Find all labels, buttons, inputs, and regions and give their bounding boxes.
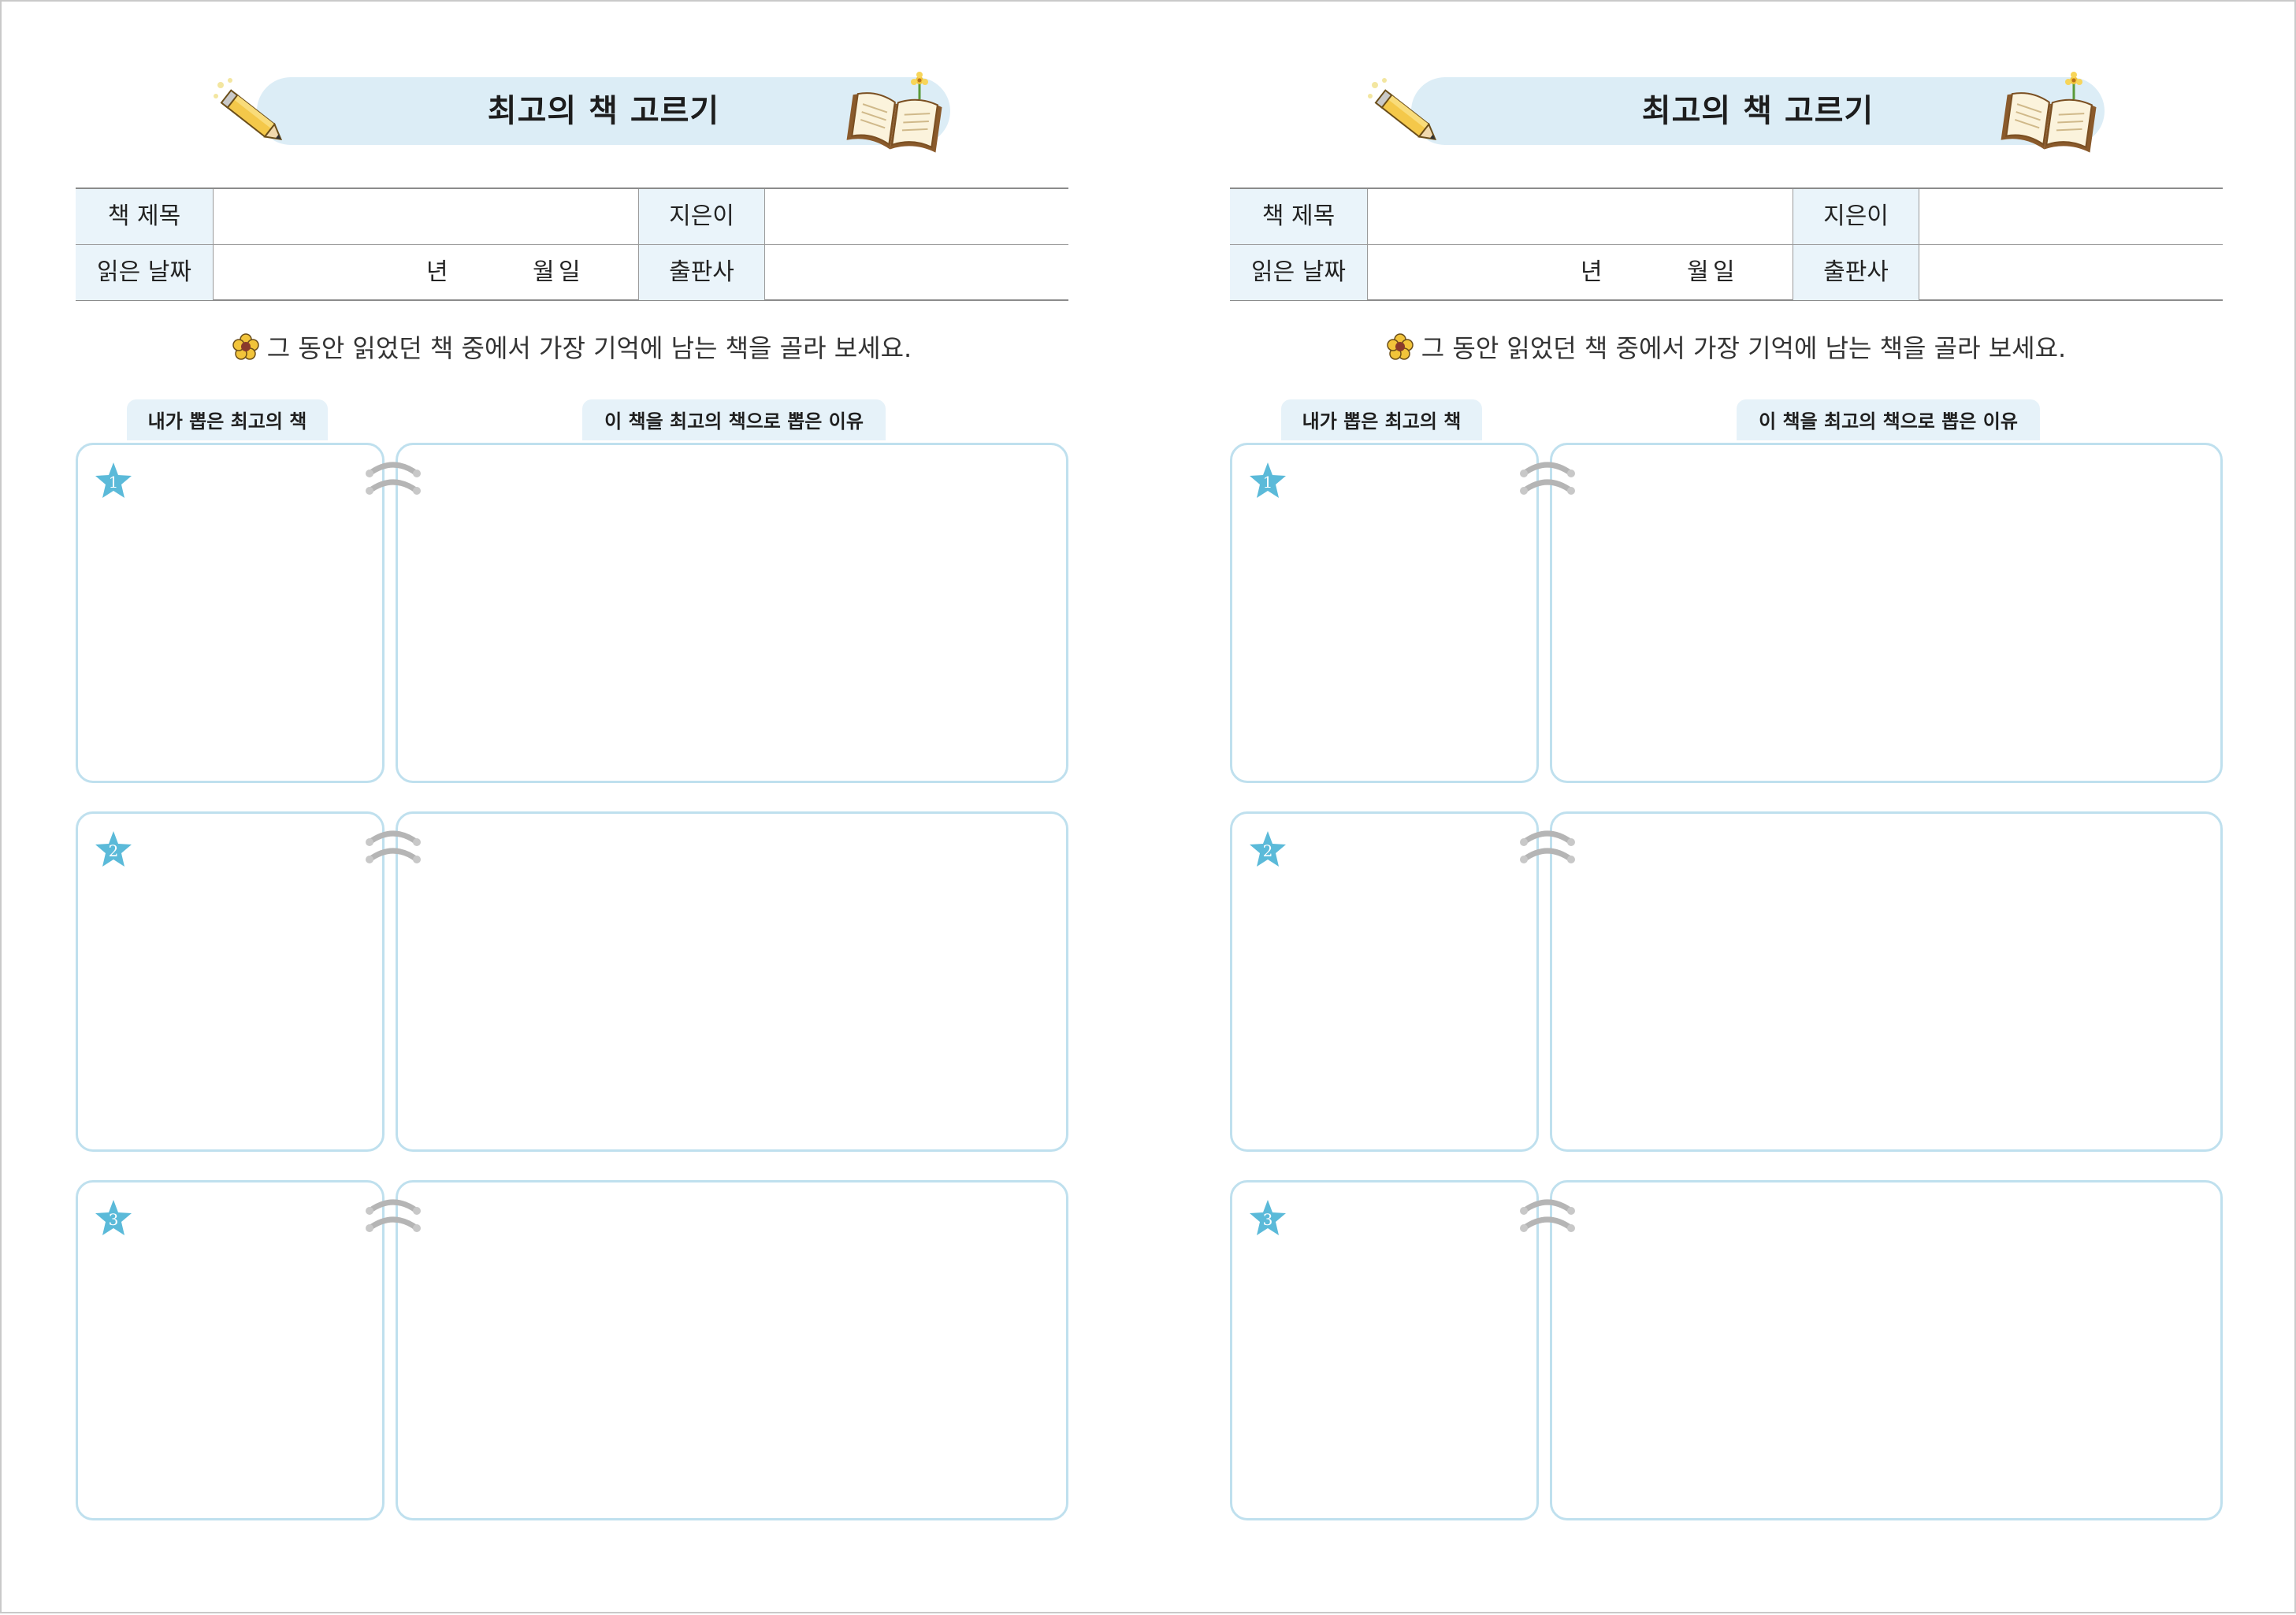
label-book-title: 책 제목 bbox=[76, 189, 214, 244]
month-unit-label: 월 bbox=[1687, 258, 1709, 286]
reason-box[interactable] bbox=[1550, 811, 2223, 1152]
best-book-box[interactable]: 3 bbox=[1230, 1180, 1539, 1520]
entry-number: 1 bbox=[1262, 473, 1273, 492]
book-info-table: 책 제목 지은이 읽은 날짜 년 월 일 출판사 bbox=[76, 187, 1068, 301]
instruction-text: 그 동안 읽었던 책 중에서 가장 기억에 남는 책을 골라 보세요. bbox=[1421, 333, 2067, 363]
reason-box[interactable] bbox=[396, 443, 1068, 783]
publisher-field[interactable] bbox=[765, 245, 1068, 300]
instruction-text: 그 동안 읽었던 책 중에서 가장 기억에 남는 책을 골라 보세요. bbox=[266, 333, 912, 363]
label-book-title: 책 제목 bbox=[1230, 189, 1368, 244]
star-badge: 2 bbox=[1248, 830, 1287, 869]
month-unit-label: 월 bbox=[533, 258, 555, 286]
star-badge: 1 bbox=[94, 461, 133, 500]
entry-number: 3 bbox=[1262, 1210, 1273, 1229]
author-field[interactable] bbox=[1919, 189, 2223, 244]
info-row-title: 책 제목 지은이 bbox=[76, 189, 1068, 245]
label-author: 지은이 bbox=[1793, 189, 1919, 244]
book-title-field[interactable] bbox=[1368, 189, 1793, 244]
label-publisher: 출판사 bbox=[1793, 245, 1919, 300]
publisher-field[interactable] bbox=[1919, 245, 2223, 300]
best-book-box[interactable]: 1 bbox=[1230, 443, 1539, 783]
best-book-box[interactable]: 3 bbox=[76, 1180, 385, 1520]
instruction-line: 그 동안 읽었던 책 중에서 가장 기억에 남는 책을 골라 보세요. bbox=[76, 326, 1068, 370]
reason-box[interactable] bbox=[396, 811, 1068, 1152]
open-book-icon bbox=[846, 72, 942, 153]
book-title-field[interactable] bbox=[214, 189, 639, 244]
label-publisher: 출판사 bbox=[639, 245, 765, 300]
open-book-icon bbox=[2001, 72, 2097, 153]
worksheet-page-left: 최고의 책 고르기 책 제목 지은이 읽은 날짜 년 월 일 출판사 그 동안 … bbox=[76, 2, 1068, 1615]
reason-box[interactable] bbox=[396, 1180, 1068, 1520]
info-row-title: 책 제목 지은이 bbox=[1230, 189, 2223, 245]
entry-number: 3 bbox=[108, 1210, 119, 1229]
binder-ring-icon bbox=[366, 1199, 421, 1232]
flower-icon bbox=[232, 333, 259, 360]
entry-number: 2 bbox=[108, 841, 119, 860]
tab-my-best-book: 내가 뽑은 최고의 책 bbox=[1281, 399, 1482, 440]
read-date-field[interactable]: 년 월 일 bbox=[214, 245, 639, 300]
instruction-line: 그 동안 읽었던 책 중에서 가장 기억에 남는 책을 골라 보세요. bbox=[1230, 326, 2223, 370]
label-author: 지은이 bbox=[639, 189, 765, 244]
label-read-date: 읽은 날짜 bbox=[76, 245, 214, 300]
worksheet-page-right: 최고의 책 고르기 책 제목 지은이 읽은 날짜 년 월 일 출판사 그 동안 … bbox=[1230, 2, 2223, 1615]
book-info-table: 책 제목 지은이 읽은 날짜 년 월 일 출판사 bbox=[1230, 187, 2223, 301]
read-date-field[interactable]: 년 월 일 bbox=[1368, 245, 1793, 300]
star-badge: 2 bbox=[94, 830, 133, 869]
star-badge: 3 bbox=[1248, 1198, 1287, 1238]
entry-number: 2 bbox=[1262, 841, 1273, 860]
binder-ring-icon bbox=[1520, 1199, 1575, 1232]
label-read-date: 읽은 날짜 bbox=[1230, 245, 1368, 300]
star-badge: 1 bbox=[1248, 461, 1287, 500]
best-book-box[interactable]: 1 bbox=[76, 443, 385, 783]
info-row-date: 읽은 날짜 년 월 일 출판사 bbox=[76, 245, 1068, 300]
author-field[interactable] bbox=[765, 189, 1068, 244]
binder-ring-icon bbox=[366, 830, 421, 863]
day-unit-label: 일 bbox=[1713, 258, 1735, 286]
year-unit-label: 년 bbox=[426, 258, 448, 286]
binder-ring-icon bbox=[1520, 830, 1575, 863]
binder-ring-icon bbox=[1520, 462, 1575, 495]
tab-reason: 이 책을 최고의 책으로 뽑은 이유 bbox=[1737, 399, 2040, 440]
pencil-icon bbox=[214, 78, 283, 140]
year-unit-label: 년 bbox=[1581, 258, 1603, 286]
pencil-icon bbox=[1368, 78, 1437, 140]
binder-ring-icon bbox=[366, 462, 421, 495]
flower-icon bbox=[1387, 333, 1414, 360]
day-unit-label: 일 bbox=[559, 258, 581, 286]
best-book-box[interactable]: 2 bbox=[1230, 811, 1539, 1152]
tab-reason: 이 책을 최고의 책으로 뽑은 이유 bbox=[582, 399, 886, 440]
entry-number: 1 bbox=[108, 473, 119, 492]
star-badge: 3 bbox=[94, 1198, 133, 1238]
best-book-box[interactable]: 2 bbox=[76, 811, 385, 1152]
reason-box[interactable] bbox=[1550, 1180, 2223, 1520]
info-row-date: 읽은 날짜 년 월 일 출판사 bbox=[1230, 245, 2223, 300]
tab-my-best-book: 내가 뽑은 최고의 책 bbox=[127, 399, 328, 440]
reason-box[interactable] bbox=[1550, 443, 2223, 783]
worksheet-spread: 최고의 책 고르기 책 제목 지은이 읽은 날짜 년 월 일 출판사 그 동안 … bbox=[0, 0, 2296, 1613]
